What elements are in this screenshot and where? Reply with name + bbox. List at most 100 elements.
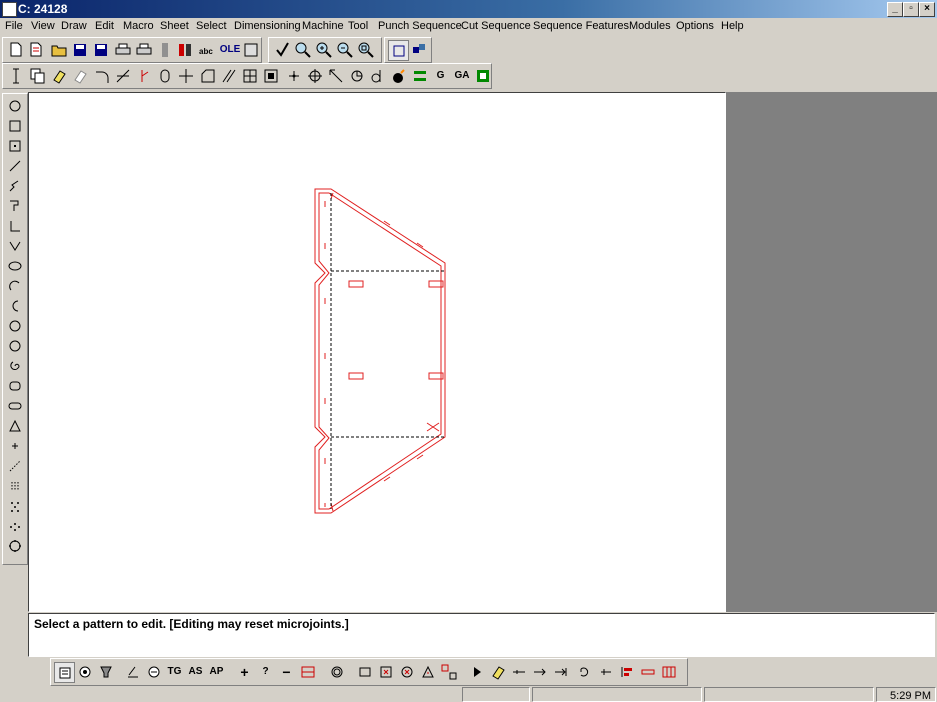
list-button[interactable] — [54, 662, 75, 683]
sign-button[interactable] — [123, 662, 142, 681]
grid-array-button[interactable] — [240, 66, 259, 85]
offset-button[interactable] — [155, 66, 174, 85]
menu-help[interactable]: Help — [721, 20, 744, 32]
zoom-window-button[interactable] — [293, 40, 312, 59]
square-tool[interactable] — [5, 137, 24, 155]
arc-tool[interactable] — [5, 277, 24, 295]
restore-button[interactable]: ▫ — [903, 2, 919, 17]
menu-sheet[interactable]: Sheet — [160, 20, 189, 32]
check-button[interactable] — [272, 40, 291, 59]
print-button[interactable] — [113, 40, 132, 59]
chamfer-button[interactable] — [198, 66, 217, 85]
menu-punch-sequence[interactable]: Punch Sequence — [378, 20, 462, 32]
pattern-punch-button[interactable] — [439, 662, 458, 681]
close-button[interactable]: × — [919, 2, 935, 17]
triangle-tool[interactable] — [5, 417, 24, 435]
print-preview-button[interactable] — [134, 40, 153, 59]
text-cursor-button[interactable] — [6, 66, 25, 85]
tool-apply-button[interactable] — [389, 66, 408, 85]
cross-punch-button[interactable] — [376, 662, 395, 681]
ole-button[interactable]: OLE — [219, 40, 241, 59]
lead-out-button[interactable] — [551, 662, 570, 681]
zoom-out-button[interactable] — [335, 40, 354, 59]
g-button[interactable]: G — [431, 66, 450, 85]
menu-edit[interactable]: Edit — [95, 20, 114, 32]
ellipse-tool[interactable] — [5, 257, 24, 275]
zoom-in-button[interactable] — [314, 40, 333, 59]
point-grid-tool[interactable] — [5, 477, 24, 495]
point-button[interactable] — [284, 66, 303, 85]
vee-tool[interactable] — [5, 237, 24, 255]
center-button[interactable] — [305, 66, 324, 85]
drawing-canvas[interactable] — [28, 92, 726, 612]
round-punch-button[interactable] — [327, 662, 346, 681]
tab-button[interactable] — [596, 662, 615, 681]
punch-tool-button[interactable] — [75, 662, 94, 681]
save-button[interactable] — [70, 40, 89, 59]
menu-macro[interactable]: Macro — [123, 20, 154, 32]
menu-file[interactable]: File — [5, 20, 23, 32]
line-tool[interactable] — [5, 157, 24, 175]
point-pattern-tool[interactable] — [5, 497, 24, 515]
new-part-button[interactable] — [26, 40, 45, 59]
tool-change-button[interactable] — [144, 662, 163, 681]
app-icon[interactable] — [2, 2, 17, 17]
lead-in-button[interactable] — [530, 662, 549, 681]
circle-2point-tool[interactable] — [5, 317, 24, 335]
copy-button[interactable] — [28, 66, 47, 85]
circle-punch-button[interactable] — [397, 662, 416, 681]
view-sheet-button[interactable] — [409, 40, 428, 59]
tg-button[interactable]: TG — [165, 662, 184, 681]
reverse-button[interactable] — [575, 662, 594, 681]
microjoint-button[interactable] — [509, 662, 528, 681]
clear-sequence-button[interactable] — [298, 662, 317, 681]
new-button[interactable] — [6, 40, 25, 59]
menu-options[interactable]: Options — [676, 20, 714, 32]
add-button[interactable]: + — [235, 662, 254, 681]
play-button[interactable] — [467, 662, 486, 681]
break-button[interactable] — [134, 66, 153, 85]
point-tool[interactable] — [5, 437, 24, 455]
trim-button[interactable] — [113, 66, 132, 85]
tool-library-button[interactable] — [175, 40, 194, 59]
layer-button[interactable] — [410, 66, 429, 85]
corner-tool[interactable] — [5, 217, 24, 235]
parallel-button[interactable] — [219, 66, 238, 85]
save-as-button[interactable] — [91, 40, 110, 59]
rounded-rect-tool[interactable] — [5, 377, 24, 395]
arc-3point-tool[interactable] — [5, 297, 24, 315]
zoom-all-button[interactable] — [356, 40, 375, 59]
menu-modules[interactable]: Modules — [629, 20, 671, 32]
bolt-circle-tool[interactable] — [5, 537, 24, 555]
point-arc-tool[interactable] — [5, 517, 24, 535]
minimize-button[interactable]: _ — [887, 2, 903, 17]
menu-select[interactable]: Select — [196, 20, 227, 32]
ga-button[interactable]: GA — [452, 66, 472, 85]
erase-button[interactable] — [49, 66, 68, 85]
polyline-tool[interactable] — [5, 177, 24, 195]
view-part-button[interactable] — [388, 40, 409, 61]
triangle-punch-button[interactable] — [418, 662, 437, 681]
edit-pattern-button[interactable] — [488, 662, 507, 681]
align-button[interactable] — [617, 662, 636, 681]
erase-all-button[interactable] — [70, 66, 89, 85]
ap-button[interactable]: AP — [207, 662, 226, 681]
mirror-button[interactable] — [368, 66, 387, 85]
circle-3point-tool[interactable] — [5, 337, 24, 355]
menu-draw[interactable]: Draw — [61, 20, 87, 32]
rectangle-tool[interactable] — [5, 117, 24, 135]
menu-view[interactable]: View — [31, 20, 55, 32]
remove-button[interactable]: − — [277, 662, 296, 681]
calculator-button[interactable] — [241, 40, 260, 59]
circle-tool[interactable] — [5, 97, 24, 115]
menu-tool[interactable]: Tool — [348, 20, 368, 32]
square-punch-button[interactable] — [355, 662, 374, 681]
notch-tool[interactable] — [5, 197, 24, 215]
obround-tool[interactable] — [5, 397, 24, 415]
form-tool-button[interactable] — [96, 662, 115, 681]
rotate-button[interactable] — [347, 66, 366, 85]
bar-button[interactable] — [155, 40, 174, 59]
menu-sequence-features[interactable]: Sequence Features — [533, 20, 629, 32]
open-button[interactable] — [49, 40, 68, 59]
menu-cut-sequence[interactable]: Cut Sequence — [461, 20, 531, 32]
